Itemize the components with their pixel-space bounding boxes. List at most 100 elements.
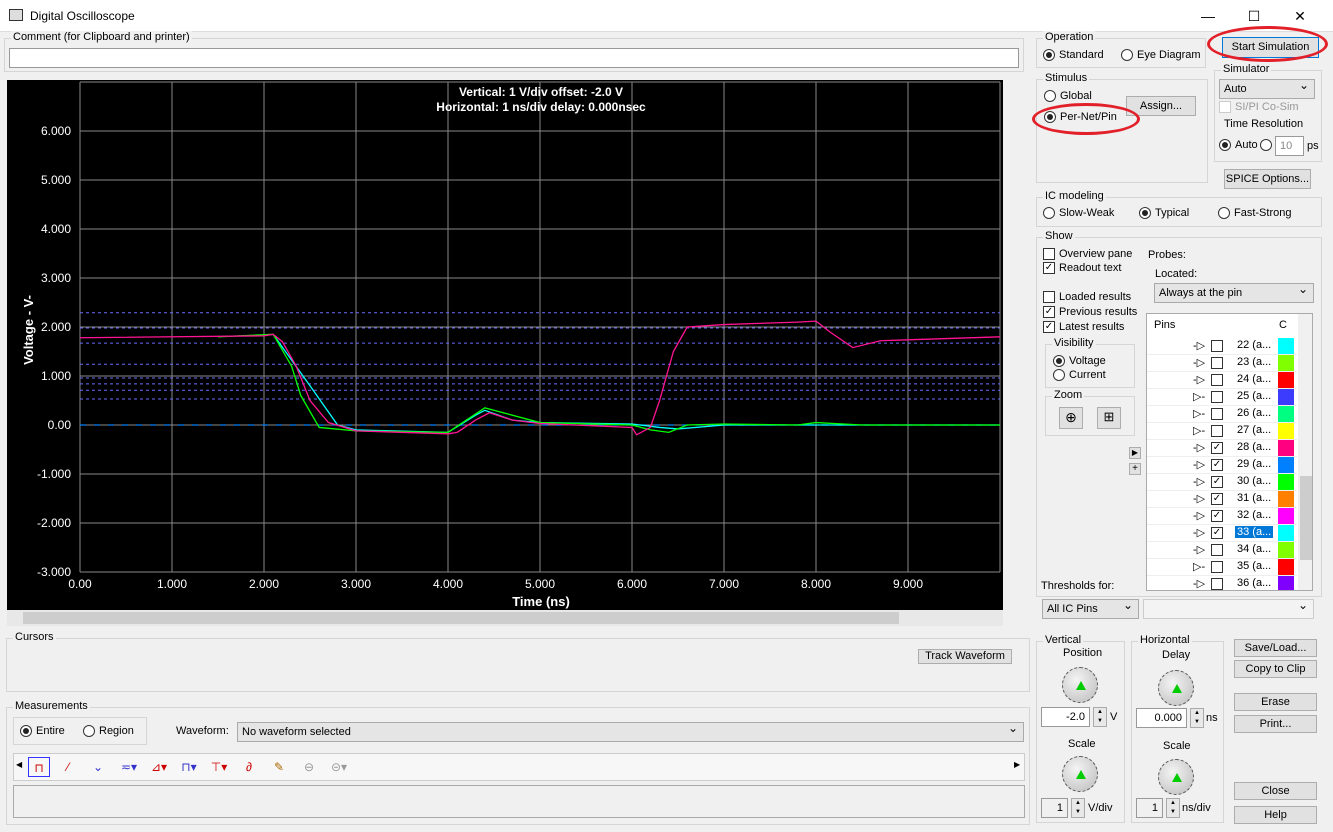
- vscale-input[interactable]: 1: [1041, 798, 1068, 818]
- position-spinner[interactable]: ▲ ▼: [1093, 707, 1107, 727]
- previous-results-checkbox[interactable]: ✓ Previous results: [1043, 306, 1137, 318]
- pin-row[interactable]: -▷ ✓ 29 (a...: [1147, 457, 1297, 474]
- pin-checkbox[interactable]: ✓: [1211, 476, 1223, 488]
- period-icon[interactable]: ⊓▾: [178, 757, 200, 777]
- rise-time-icon[interactable]: ⁄: [57, 757, 79, 777]
- pin-color-swatch[interactable]: [1278, 508, 1294, 524]
- loaded-results-checkbox[interactable]: Loaded results: [1043, 291, 1131, 303]
- delay-input[interactable]: 0.000: [1136, 708, 1187, 728]
- pin-checkbox[interactable]: [1211, 408, 1223, 420]
- position-knob[interactable]: [1062, 667, 1098, 703]
- pin-color-swatch[interactable]: [1278, 491, 1294, 507]
- pin-row[interactable]: -▷ ✓ 31 (a...: [1147, 491, 1297, 508]
- fall-time-icon[interactable]: ⌄: [87, 757, 109, 777]
- expand-right-icon[interactable]: ▶: [1129, 447, 1141, 459]
- comment-input[interactable]: [9, 48, 1019, 68]
- close-button[interactable]: Close: [1234, 782, 1317, 800]
- zoom-in-icon[interactable]: ⊕: [1059, 407, 1083, 429]
- readout-text-checkbox[interactable]: ✓ Readout text: [1043, 262, 1121, 274]
- fast-strong-radio[interactable]: Fast-Strong: [1218, 207, 1291, 219]
- pin-row[interactable]: ▷- 27 (a...: [1147, 423, 1297, 440]
- standard-radio[interactable]: Standard: [1043, 49, 1104, 61]
- pin-checkbox[interactable]: ✓: [1211, 493, 1223, 505]
- region-radio[interactable]: Region: [83, 725, 134, 737]
- pin-row[interactable]: -▷ ✓ 32 (a...: [1147, 508, 1297, 525]
- simulator-select[interactable]: Auto: [1219, 78, 1315, 99]
- pin-row[interactable]: ▷- 35 (a...: [1147, 559, 1297, 576]
- current-radio[interactable]: Current: [1053, 369, 1106, 381]
- vscale-knob[interactable]: [1062, 756, 1098, 792]
- typical-radio[interactable]: Typical: [1139, 207, 1189, 219]
- pulse-width-icon[interactable]: ⊓: [28, 757, 50, 777]
- pin-row[interactable]: ▷- 25 (a...: [1147, 389, 1297, 406]
- spice-options-button[interactable]: SPICE Options...: [1224, 169, 1311, 189]
- pin-checkbox[interactable]: [1211, 578, 1223, 590]
- entire-radio[interactable]: Entire: [20, 725, 65, 737]
- pins-list[interactable]: Pins C -▷ 22 (a... -▷ 23 (a... -▷ 24 (a... ▷- 2…: [1146, 313, 1313, 591]
- pin-row[interactable]: ▷- 26 (a...: [1147, 406, 1297, 423]
- vscale-spinner[interactable]: ▲ ▼: [1071, 798, 1085, 818]
- expand-plus-icon[interactable]: +: [1129, 463, 1141, 475]
- time-custom-radio[interactable]: [1260, 139, 1272, 151]
- pin-row[interactable]: -▷ 36 (a...: [1147, 576, 1297, 590]
- pin-checkbox[interactable]: [1211, 340, 1223, 352]
- pin-row[interactable]: -▷ 22 (a...: [1147, 338, 1297, 355]
- pin-color-swatch[interactable]: [1278, 338, 1294, 354]
- pin-color-swatch[interactable]: [1278, 542, 1294, 558]
- overshoot-icon[interactable]: ≂▾: [118, 757, 140, 777]
- pin-color-swatch[interactable]: [1278, 559, 1294, 575]
- pin-color-swatch[interactable]: [1278, 525, 1294, 541]
- pin-checkbox[interactable]: [1211, 357, 1223, 369]
- pin-color-swatch[interactable]: [1278, 372, 1294, 388]
- erase-button[interactable]: Erase: [1234, 693, 1317, 711]
- toolbar-right-arrow[interactable]: ▶: [1014, 760, 1020, 769]
- si-pi-cosim-checkbox[interactable]: SI/PI Co-Sim: [1219, 101, 1299, 113]
- eye-diagram-radio[interactable]: Eye Diagram: [1121, 49, 1201, 61]
- eye-measure-icon[interactable]: ⊖: [298, 757, 320, 777]
- pin-color-swatch[interactable]: [1278, 474, 1294, 490]
- pin-color-swatch[interactable]: [1278, 423, 1294, 439]
- pin-color-swatch[interactable]: [1278, 389, 1294, 405]
- hscale-spinner[interactable]: ▲ ▼: [1166, 798, 1180, 818]
- pin-checkbox[interactable]: [1211, 561, 1223, 573]
- pin-checkbox[interactable]: ✓: [1211, 527, 1223, 539]
- pin-row[interactable]: -▷ 24 (a...: [1147, 372, 1297, 389]
- pin-row[interactable]: -▷ ✓ 33 (a...: [1147, 525, 1297, 542]
- pin-checkbox[interactable]: [1211, 544, 1223, 556]
- horizontal-scrollbar[interactable]: [7, 610, 1003, 626]
- delay-spinner[interactable]: ▲ ▼: [1190, 708, 1204, 728]
- scrollbar-thumb[interactable]: [23, 612, 899, 624]
- eye-mask-icon[interactable]: ⊝▾: [328, 757, 350, 777]
- overview-pane-checkbox[interactable]: Overview pane: [1043, 248, 1132, 260]
- pin-checkbox[interactable]: ✓: [1211, 459, 1223, 471]
- pins-scrollbar[interactable]: [1298, 314, 1312, 590]
- undershoot-icon[interactable]: ⊿▾: [148, 757, 170, 777]
- time-resolution-input[interactable]: 10: [1275, 136, 1304, 156]
- toolbar-left-arrow[interactable]: ◀: [16, 760, 22, 769]
- voltage-radio[interactable]: Voltage: [1053, 355, 1106, 367]
- save-load-button[interactable]: Save/Load...: [1234, 639, 1317, 657]
- pin-checkbox[interactable]: ✓: [1211, 442, 1223, 454]
- pin-color-swatch[interactable]: [1278, 355, 1294, 371]
- latest-results-checkbox[interactable]: ✓ Latest results: [1043, 321, 1124, 333]
- thresholds-select[interactable]: All IC Pins: [1042, 598, 1139, 619]
- frequency-icon[interactable]: ⊤▾: [208, 757, 230, 777]
- pins-scrollbar-thumb[interactable]: [1300, 476, 1312, 560]
- located-select[interactable]: Always at the pin: [1154, 282, 1314, 303]
- hscale-input[interactable]: 1: [1136, 798, 1163, 818]
- close-window-button[interactable]: ✕: [1280, 4, 1320, 28]
- pin-checkbox[interactable]: [1211, 425, 1223, 437]
- pin-row[interactable]: -▷ ✓ 28 (a...: [1147, 440, 1297, 457]
- global-radio[interactable]: Global: [1044, 90, 1092, 102]
- slow-weak-radio[interactable]: Slow-Weak: [1043, 207, 1114, 219]
- pin-checkbox[interactable]: [1211, 374, 1223, 386]
- pin-color-swatch[interactable]: [1278, 457, 1294, 473]
- pin-checkbox[interactable]: [1211, 391, 1223, 403]
- hscale-knob[interactable]: [1158, 759, 1194, 795]
- marker-icon[interactable]: ✎: [268, 757, 290, 777]
- thresholds-pin-select[interactable]: [1143, 598, 1314, 619]
- position-input[interactable]: -2.0: [1041, 707, 1090, 727]
- pin-color-swatch[interactable]: [1278, 440, 1294, 456]
- time-auto-radio[interactable]: Auto: [1219, 139, 1258, 151]
- minimize-button[interactable]: —: [1188, 4, 1228, 28]
